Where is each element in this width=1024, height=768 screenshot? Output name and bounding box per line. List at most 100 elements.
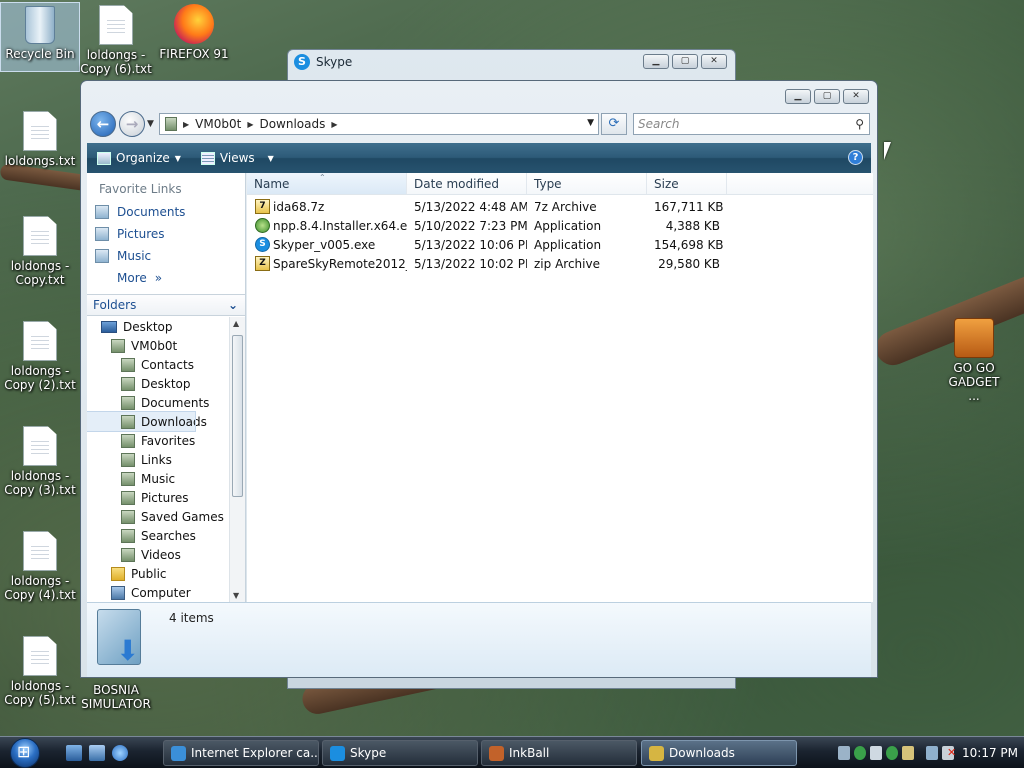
tree-item[interactable]: Music bbox=[87, 469, 229, 488]
tray-icon[interactable] bbox=[838, 746, 850, 760]
network-icon[interactable] bbox=[926, 746, 938, 760]
maximize-button[interactable]: ▢ bbox=[814, 89, 840, 104]
app-icon bbox=[489, 745, 504, 761]
column-header-name[interactable]: ⌃ Name bbox=[247, 173, 407, 194]
tree-item[interactable]: Pictures bbox=[87, 488, 229, 507]
tree-item[interactable]: Downloads bbox=[87, 411, 207, 432]
tree-item[interactable]: Documents bbox=[87, 393, 229, 412]
taskbar-button[interactable]: Downloads bbox=[641, 740, 797, 766]
recent-pages-dropdown[interactable]: ▼ bbox=[147, 119, 154, 129]
favorite-links-more[interactable]: More » bbox=[87, 267, 245, 289]
column-header-type[interactable]: Type bbox=[527, 173, 647, 194]
help-button[interactable]: ? bbox=[848, 150, 863, 165]
tree-item[interactable]: Videos bbox=[87, 545, 229, 564]
tree-item[interactable]: Public bbox=[87, 564, 229, 583]
tree-item-label: Contacts bbox=[141, 357, 194, 372]
favorite-link-pictures[interactable]: Pictures bbox=[87, 223, 245, 245]
address-dropdown-icon[interactable]: ▼ bbox=[587, 118, 594, 128]
desktop-icon-gadget[interactable]: GO GO GADGET ... bbox=[934, 318, 1014, 403]
tree-item[interactable]: Searches bbox=[87, 526, 229, 545]
close-button[interactable]: ✕ bbox=[701, 54, 727, 69]
tray-icon[interactable] bbox=[854, 746, 866, 760]
folder-icon bbox=[111, 566, 125, 581]
desktop-icon-file[interactable]: loldongs - Copy (4).txt bbox=[0, 531, 80, 602]
breadcrumb-separator-icon[interactable]: ▶ bbox=[329, 120, 339, 129]
table-row[interactable]: npp.8.4.Installer.x64.exe 5/10/2022 7:23 … bbox=[247, 216, 873, 235]
internet-explorer-icon[interactable] bbox=[112, 745, 128, 761]
taskbar-button[interactable]: Skype bbox=[322, 740, 478, 766]
sort-ascending-icon: ⌃ bbox=[319, 173, 326, 182]
taskbar-button[interactable]: Internet Explorer ca... bbox=[163, 740, 319, 766]
favorite-link-music[interactable]: Music bbox=[87, 245, 245, 267]
favorite-link-documents[interactable]: Documents bbox=[87, 201, 245, 223]
forward-button[interactable]: → bbox=[119, 111, 145, 137]
views-button[interactable]: Views ▼ bbox=[191, 151, 284, 165]
table-row[interactable]: S Skyper_v005.exe 5/13/2022 10:06 PM Applic… bbox=[247, 235, 873, 254]
explorer-window[interactable]: ▁ ▢ ✕ ← → ▼ ▶ VM0b0t ▶ Downloads ▶ ▼ ⟳ S… bbox=[80, 80, 878, 678]
breadcrumb-separator-icon[interactable]: ▶ bbox=[245, 120, 255, 129]
desktop-icon-label: loldongs.txt bbox=[4, 154, 76, 168]
breadcrumb-user[interactable]: VM0b0t bbox=[191, 117, 245, 131]
folder-tree-scrollbar[interactable]: ▲ ▼ bbox=[229, 317, 245, 602]
scrollbar-thumb[interactable] bbox=[232, 335, 243, 497]
folder-icon bbox=[165, 117, 177, 131]
file-name-cell: S Skyper_v005.exe bbox=[247, 237, 407, 252]
tree-item[interactable]: VM0b0t bbox=[87, 336, 229, 355]
tree-item[interactable]: Links bbox=[87, 450, 229, 469]
show-desktop-icon[interactable] bbox=[66, 745, 82, 761]
refresh-button[interactable]: ⟳ bbox=[601, 113, 627, 135]
explorer-title-bar[interactable]: ▁ ▢ ✕ ← → ▼ ▶ VM0b0t ▶ Downloads ▶ ▼ ⟳ S… bbox=[81, 81, 877, 141]
search-icon[interactable]: ⚲ bbox=[855, 114, 864, 134]
desktop-icon-firefox[interactable]: FIREFOX 91 bbox=[154, 4, 234, 61]
tree-item-label: Music bbox=[141, 471, 176, 486]
table-row[interactable]: ZSpareSkyRemote2012_... 5/13/2022 10:02 P… bbox=[247, 254, 873, 273]
file-type-cell: Application bbox=[534, 218, 602, 233]
search-input[interactable]: Search ⚲ bbox=[633, 113, 870, 135]
desktop-icon-file[interactable]: loldongs - Copy.txt bbox=[0, 216, 80, 287]
folders-header[interactable]: Folders ⌄ bbox=[87, 294, 245, 316]
desktop-icon-label: FIREFOX 91 bbox=[159, 47, 229, 61]
start-button[interactable] bbox=[10, 738, 40, 768]
column-header-size[interactable]: Size bbox=[647, 173, 727, 194]
clock[interactable]: 10:17 PM bbox=[962, 746, 1018, 760]
desktop-icon-bosnia-simulator[interactable]: BOSNIA SIMULATOR bbox=[76, 683, 156, 711]
text-file-icon bbox=[23, 636, 57, 676]
tree-item[interactable]: Saved Games bbox=[87, 507, 229, 526]
tree-item[interactable]: Computer bbox=[87, 583, 229, 602]
tree-item[interactable]: Contacts bbox=[87, 355, 229, 374]
close-button[interactable]: ✕ bbox=[843, 89, 869, 104]
minimize-button[interactable]: ▁ bbox=[643, 54, 669, 69]
back-button[interactable]: ← bbox=[90, 111, 116, 137]
tree-item[interactable]: Desktop bbox=[87, 374, 229, 393]
organize-button[interactable]: Organize ▼ bbox=[87, 151, 191, 165]
volume-muted-icon[interactable]: ✕ bbox=[942, 746, 956, 760]
desktop-icon-label: loldongs - Copy.txt bbox=[10, 259, 70, 287]
taskbar: Internet Explorer ca... Skype InkBall Downl… bbox=[0, 736, 1024, 768]
desktop-icon-file[interactable]: loldongs.txt bbox=[0, 111, 80, 168]
tray-icon[interactable] bbox=[886, 746, 898, 760]
address-bar[interactable]: ▶ VM0b0t ▶ Downloads ▶ ▼ bbox=[159, 113, 599, 135]
tray-icon[interactable] bbox=[902, 746, 914, 760]
desktop-icon-file[interactable]: loldongs - Copy (3).txt bbox=[0, 426, 80, 497]
app-icon bbox=[649, 745, 664, 761]
scroll-up-icon[interactable]: ▲ bbox=[233, 319, 239, 328]
desktop-icon-file[interactable]: loldongs - Copy (2).txt bbox=[0, 321, 80, 392]
text-file-icon bbox=[23, 111, 57, 151]
taskbar-button[interactable]: InkBall bbox=[481, 740, 637, 766]
breadcrumb-separator-icon[interactable]: ▶ bbox=[181, 120, 191, 129]
column-header-date[interactable]: Date modified bbox=[407, 173, 527, 194]
desktop-icon-file[interactable]: loldongs - Copy (6).txt bbox=[76, 5, 156, 76]
tree-item-label: Computer bbox=[131, 585, 191, 600]
navigation-pane: Favorite Links Documents Pictures Music … bbox=[87, 173, 246, 602]
table-row[interactable]: 7 ida68.7z 5/13/2022 4:48 AM 7z Archive 167,… bbox=[247, 197, 873, 216]
desktop-icon-recycle-bin[interactable]: Recycle Bin bbox=[0, 2, 80, 72]
scroll-down-icon[interactable]: ▼ bbox=[233, 591, 239, 600]
tree-item[interactable]: Favorites bbox=[87, 431, 229, 450]
minimize-button[interactable]: ▁ bbox=[785, 89, 811, 104]
switch-windows-icon[interactable] bbox=[89, 745, 105, 761]
tree-item[interactable]: Desktop bbox=[87, 317, 229, 336]
maximize-button[interactable]: ▢ bbox=[672, 54, 698, 69]
tray-icon[interactable] bbox=[870, 746, 882, 760]
breadcrumb-downloads[interactable]: Downloads bbox=[255, 117, 329, 131]
desktop-icon-file[interactable]: loldongs - Copy (5).txt bbox=[0, 636, 80, 707]
